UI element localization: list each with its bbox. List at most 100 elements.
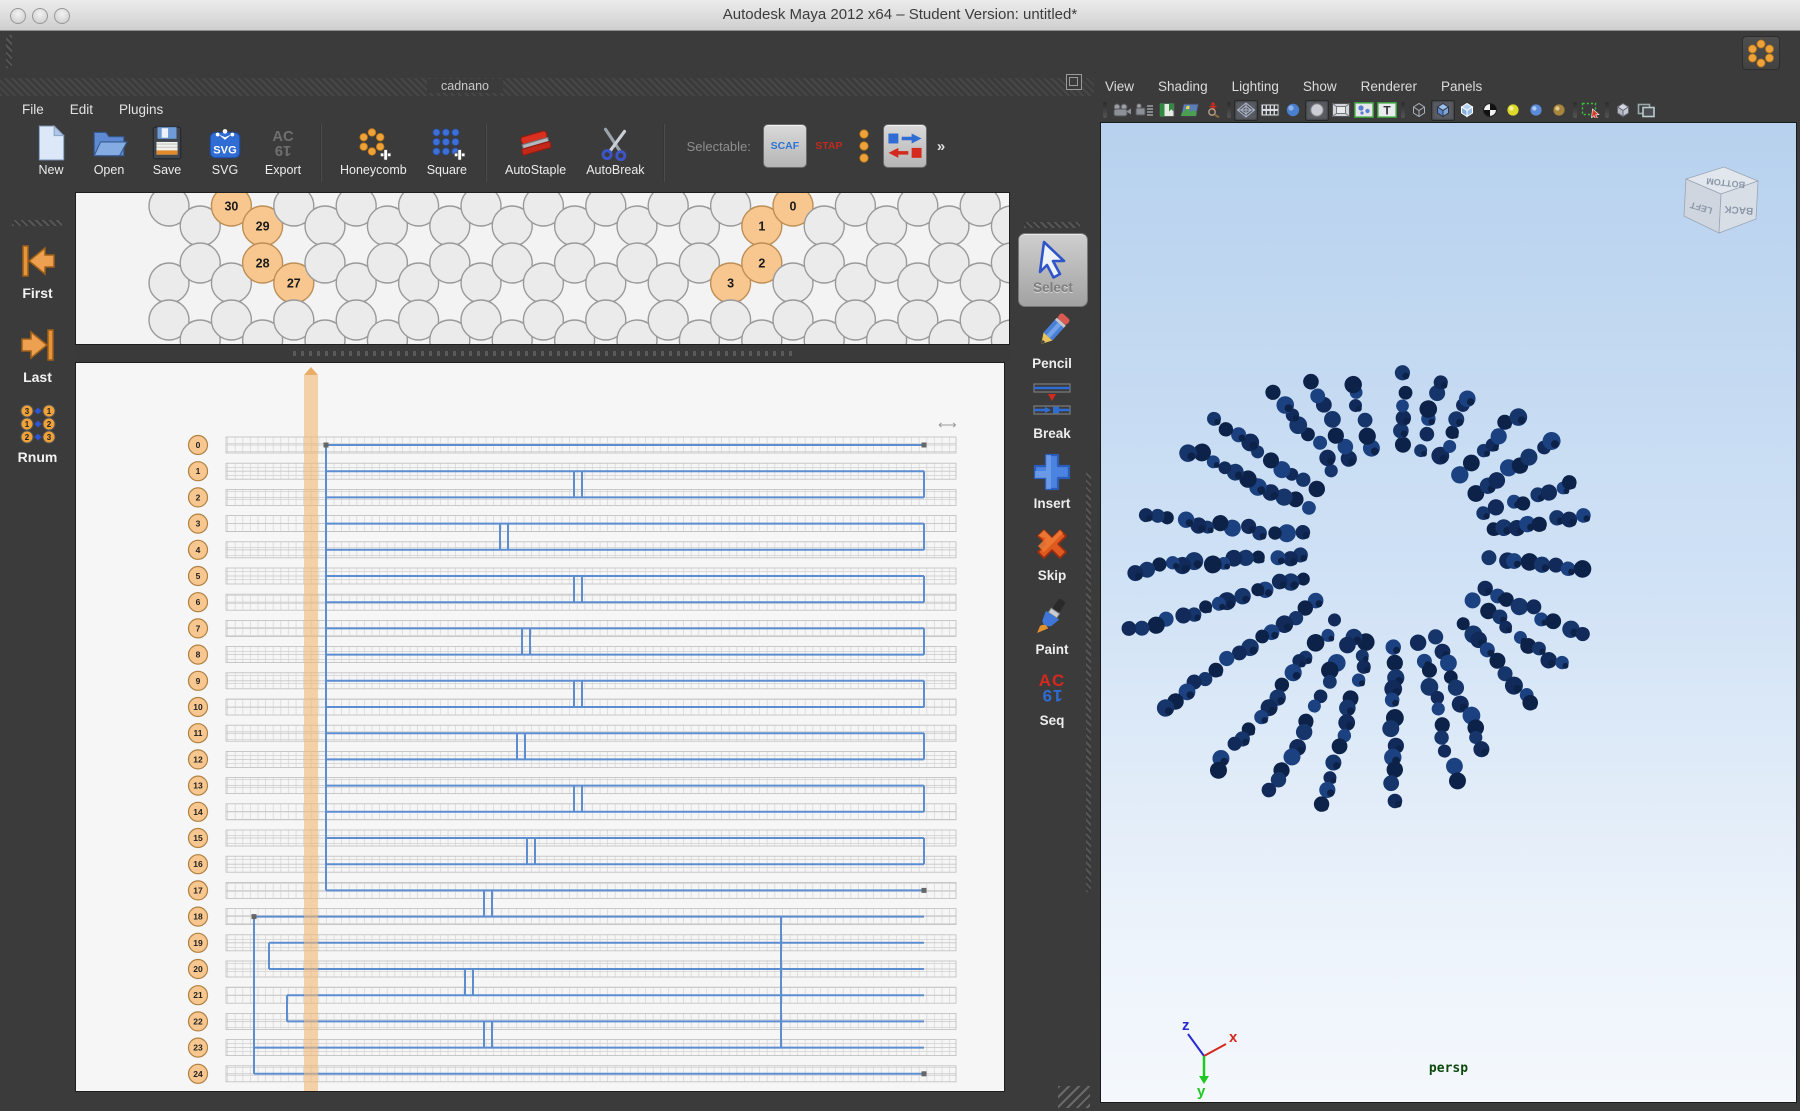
svg-button[interactable]: SVGSVG	[206, 124, 244, 177]
autostaple-button[interactable]: AutoStaple	[505, 124, 566, 177]
wireframe-cube-icon[interactable]	[1408, 101, 1430, 120]
toolbar-label: Save	[153, 163, 182, 177]
honeycomb-lattice-icon	[354, 124, 392, 162]
grid-diamond-icon[interactable]	[1234, 100, 1258, 121]
menu-edit[interactable]: Edit	[70, 102, 93, 117]
tool-label: Insert	[1034, 496, 1071, 511]
multi-sphere-icon[interactable]	[1353, 101, 1375, 120]
palette-grip[interactable]	[1024, 222, 1080, 228]
paint-tool-button[interactable]: Paint	[1010, 596, 1094, 657]
camera-attributes-icon[interactable]	[1133, 101, 1155, 120]
yellow-light-icon[interactable]	[1502, 101, 1524, 120]
side-toolbar-grip[interactable]	[12, 220, 62, 226]
dna-torus-model[interactable]	[1101, 346, 1619, 835]
maya-menu-shading[interactable]: Shading	[1158, 79, 1208, 94]
scissors-icon	[596, 124, 634, 162]
shaded-cube-icon[interactable]	[1431, 100, 1455, 121]
slice-panel[interactable]: 302910282732	[75, 192, 1010, 345]
scaffold-strands[interactable]	[254, 445, 924, 1074]
lasso-select-icon[interactable]	[1580, 101, 1602, 120]
iconbar-separator	[1103, 102, 1107, 118]
menu-plugins[interactable]: Plugins	[119, 102, 163, 117]
square-button[interactable]: Square	[427, 124, 467, 177]
break-tool-button[interactable]: Break	[1010, 380, 1094, 441]
helix-number: 2	[758, 257, 765, 271]
selectable-label: Selectable:	[687, 139, 751, 154]
axis-indicator: zxy	[1182, 1017, 1238, 1100]
toolbar-grip[interactable]	[6, 35, 12, 68]
xray-cube-icon[interactable]	[1456, 101, 1478, 120]
autobreak-button[interactable]: AutoBreak	[586, 124, 644, 177]
toolbar-label: AutoStaple	[505, 163, 566, 177]
select-cursor-icon	[1031, 238, 1075, 282]
text-hud-icon[interactable]: T	[1376, 101, 1398, 120]
path-row-number: 19	[193, 938, 203, 948]
path-row-number: 10	[193, 702, 203, 712]
blue-light-icon[interactable]	[1525, 101, 1547, 120]
shaded-sphere-icon[interactable]	[1282, 101, 1304, 120]
camera-icon[interactable]	[1110, 101, 1132, 120]
maya-menu-panels[interactable]: Panels	[1441, 79, 1482, 94]
path-row-number: 12	[193, 754, 203, 764]
last-arrow-icon	[16, 324, 60, 366]
maya-menu-renderer[interactable]: Renderer	[1361, 79, 1417, 94]
svg-text:1: 1	[24, 420, 29, 429]
toolbar-label: AutoBreak	[586, 163, 644, 177]
flat-circle-icon[interactable]	[1305, 100, 1329, 121]
panel-splitter[interactable]	[75, 345, 1010, 362]
view-cube-label: BACK	[1723, 203, 1753, 216]
svg-text:3: 3	[46, 433, 51, 442]
maya-menu-lighting[interactable]: Lighting	[1232, 79, 1279, 94]
save-button[interactable]: Save	[148, 124, 186, 177]
path-panel[interactable]: 0123456789101112131415161718192021222324…	[75, 362, 1005, 1092]
view-cube[interactable]: BOTTOMLEFTBACK	[1684, 167, 1758, 233]
tool-label: Seq	[1040, 713, 1065, 728]
maya-menu-view[interactable]: View	[1105, 79, 1134, 94]
bookmark-book-icon[interactable]	[1156, 101, 1178, 120]
float-panel-icon[interactable]	[1066, 74, 1082, 90]
resize-grip[interactable]	[1058, 1086, 1090, 1108]
zoom-region-icon[interactable]	[1202, 101, 1224, 120]
menu-file[interactable]: File	[22, 102, 44, 117]
gold-light-icon[interactable]	[1548, 101, 1570, 120]
cadnano-panel-titlebar[interactable]: cadnano	[0, 78, 1094, 96]
honeycomb-button[interactable]: Honeycomb	[340, 124, 407, 177]
cadnano-launcher-button[interactable]	[1742, 36, 1780, 70]
scaf-toggle-button[interactable]: SCAF	[763, 124, 807, 168]
path-row-number: 24	[193, 1069, 203, 1079]
last-button[interactable]: Last	[0, 324, 75, 385]
tool-label: Break	[1033, 426, 1071, 441]
image-plane-icon[interactable]	[1179, 101, 1201, 120]
base-position-slider[interactable]	[304, 367, 318, 1091]
open-button[interactable]: Open	[90, 124, 128, 177]
iso-cube-icon[interactable]	[1612, 101, 1634, 120]
new-button[interactable]: New	[32, 124, 70, 177]
svg-text:19: 19	[275, 142, 291, 158]
gate-mask-icon[interactable]	[1330, 101, 1352, 120]
pencil-tool-button[interactable]: Pencil	[1010, 310, 1094, 371]
cadnano-toolbar: New Open Save SVGSVG AC19Export Honeycomb Squa…	[0, 124, 1094, 188]
three-dots-icon[interactable]	[857, 127, 871, 165]
seq-tool-button[interactable]: AC19Seq	[1010, 667, 1094, 728]
skip-tool-button[interactable]: Skip	[1010, 522, 1094, 583]
path-row-number: 20	[193, 964, 203, 974]
skip-x-icon	[1030, 522, 1074, 566]
first-button[interactable]: First	[0, 240, 75, 301]
film-gate-icon[interactable]	[1259, 101, 1281, 120]
svg-text:SVG: SVG	[213, 145, 236, 157]
insert-plus-icon	[1030, 450, 1074, 494]
maya-menu-show[interactable]: Show	[1303, 79, 1337, 94]
perspective-viewport[interactable]: BOTTOMLEFTBACKzxy persp	[1100, 122, 1797, 1103]
rnum-button[interactable]: 311223Rnum	[0, 404, 75, 465]
toolbar-overflow-chevron[interactable]: »	[937, 138, 945, 155]
select-tool-button[interactable]: Select	[1018, 233, 1088, 307]
stap-toggle-button[interactable]: STAP	[807, 124, 851, 168]
svg-text:2: 2	[24, 433, 29, 442]
swap-scaf-stap-button[interactable]	[883, 124, 927, 168]
tool-label: Skip	[1038, 568, 1067, 583]
insert-tool-button[interactable]: Insert	[1010, 450, 1094, 511]
panel-layout-icon[interactable]	[1635, 101, 1657, 120]
export-button[interactable]: AC19Export	[264, 124, 302, 177]
path-row-number: 7	[196, 623, 201, 633]
checker-sphere-icon[interactable]	[1479, 101, 1501, 120]
